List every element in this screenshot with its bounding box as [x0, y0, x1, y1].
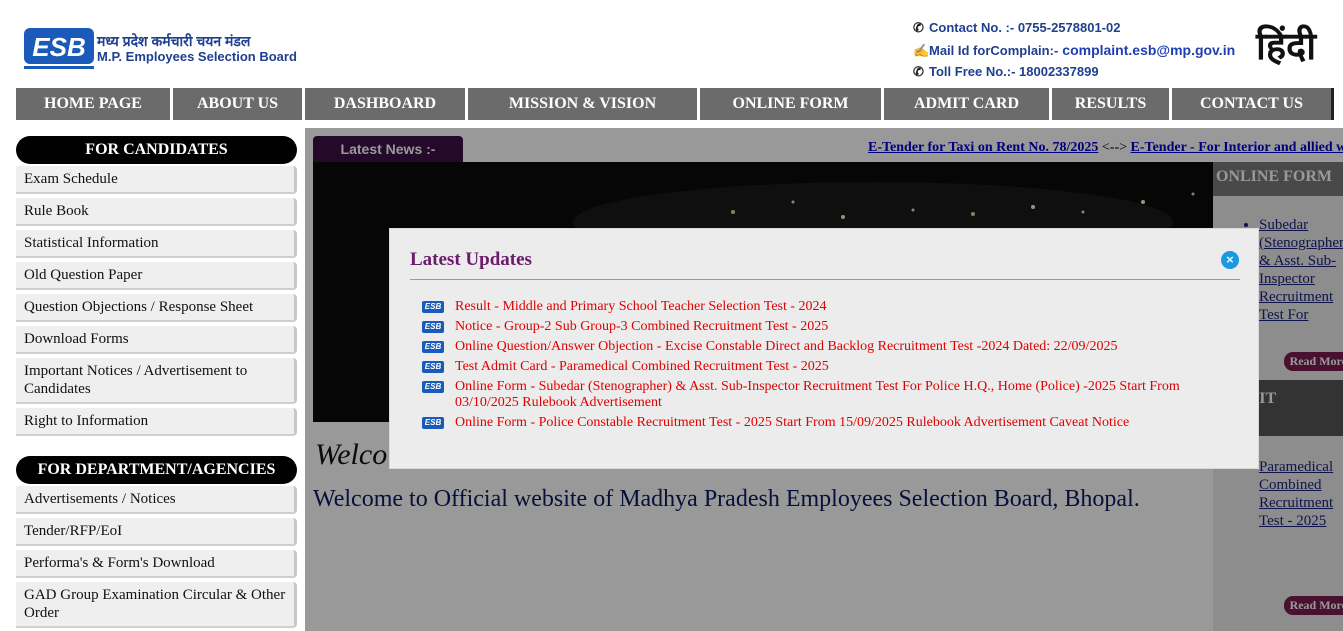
contact-block: ✆ Contact No. :- 0755-2578801-02 ✍Mail Id…: [913, 17, 1235, 83]
esb-bullet-icon: ESB: [422, 321, 444, 333]
nav-contact-us[interactable]: CONTACT US: [1172, 88, 1334, 120]
complaint-email-link[interactable]: complaint.esb@mp.gov.in: [1062, 42, 1235, 58]
site-header: ESB मध्य प्रदेश कर्मचारी चयन मंडल M.P. E…: [0, 0, 1343, 88]
close-icon[interactable]: ×: [1221, 251, 1239, 269]
update-text[interactable]: Test Admit Card - Paramedical Combined R…: [455, 359, 829, 375]
latest-updates-modal: Latest Updates × ESB Result - Middle and …: [389, 228, 1259, 469]
phone-icon: ✆: [913, 20, 924, 35]
contact-number-row: ✆ Contact No. :- 0755-2578801-02: [913, 17, 1235, 39]
sidebar-item-rule-book[interactable]: Rule Book: [16, 198, 297, 226]
update-item[interactable]: ESB Result - Middle and Primary School Te…: [422, 299, 1242, 315]
update-item[interactable]: ESB Notice - Group-2 Sub Group-3 Combined…: [422, 319, 1242, 335]
sidebar-item-advertisements[interactable]: Advertisements / Notices: [16, 486, 297, 514]
esb-bullet-icon: ESB: [422, 417, 444, 429]
modal-divider: [410, 279, 1240, 280]
department-menu: Advertisements / Notices Tender/RFP/EoI …: [16, 486, 297, 631]
nav-about-us[interactable]: ABOUT US: [173, 88, 305, 120]
update-item[interactable]: ESB Online Question/Answer Objection - Ex…: [422, 339, 1242, 355]
update-item[interactable]: ESB Online Form - Subedar (Stenographer) …: [422, 379, 1242, 411]
sidebar-item-tender[interactable]: Tender/RFP/EoI: [16, 518, 297, 546]
mail-row: ✍Mail Id forComplain:- complaint.esb@mp.g…: [913, 39, 1235, 61]
sidebar-item-exam-schedule[interactable]: Exam Schedule: [16, 166, 297, 194]
candidates-menu: Exam Schedule Rule Book Statistical Info…: [16, 166, 297, 440]
modal-title: Latest Updates: [410, 249, 532, 270]
esb-logo-icon[interactable]: ESB: [24, 26, 94, 70]
mail-label: Mail Id forComplain:-: [929, 43, 1059, 58]
nav-home-page[interactable]: HOME PAGE: [16, 88, 173, 120]
update-text[interactable]: Online Form - Subedar (Stenographer) & A…: [455, 379, 1242, 411]
phone-icon: ✆: [913, 64, 924, 79]
writing-hand-icon: ✍: [913, 43, 930, 58]
nav-mission-vision[interactable]: MISSION & VISION: [468, 88, 700, 120]
sidebar-item-right-to-information[interactable]: Right to Information: [16, 408, 297, 436]
candidates-section-title: FOR CANDIDATES: [16, 136, 297, 164]
esb-bullet-icon: ESB: [422, 341, 444, 353]
toll-free-row: ✆ Toll Free No.:- 18002337899: [913, 61, 1235, 83]
hindi-language-button[interactable]: हिंदी: [1256, 22, 1338, 70]
update-text[interactable]: Result - Middle and Primary School Teach…: [455, 299, 827, 315]
sidebar-item-statistical-information[interactable]: Statistical Information: [16, 230, 297, 258]
esb-bullet-icon: ESB: [422, 301, 444, 313]
department-section-title: FOR DEPARTMENT/AGENCIES: [16, 456, 297, 484]
update-text[interactable]: Online Question/Answer Objection - Excis…: [455, 339, 1117, 355]
toll-free-number: Toll Free No.:- 18002337899: [929, 64, 1099, 79]
sidebar-item-old-question-paper[interactable]: Old Question Paper: [16, 262, 297, 290]
esb-bullet-icon: ESB: [422, 361, 444, 373]
sidebar-item-performa-download[interactable]: Performa's & Form's Download: [16, 550, 297, 578]
nav-results[interactable]: RESULTS: [1052, 88, 1172, 120]
update-item[interactable]: ESB Online Form - Police Constable Recrui…: [422, 415, 1242, 431]
org-name-hindi: मध्य प्रदेश कर्मचारी चयन मंडल: [97, 33, 251, 49]
main-nav: HOME PAGE ABOUT US DASHBOARD MISSION & V…: [16, 88, 1334, 120]
org-name: मध्य प्रदेश कर्मचारी चयन मंडल M.P. Emplo…: [97, 33, 297, 64]
esb-bullet-icon: ESB: [422, 381, 444, 393]
sidebar-item-important-notices[interactable]: Important Notices / Advertisement to Can…: [16, 358, 297, 404]
logo-text: ESB: [32, 32, 85, 62]
sidebar-item-download-forms[interactable]: Download Forms: [16, 326, 297, 354]
sidebar-item-gad-circular[interactable]: GAD Group Examination Circular & Other O…: [16, 582, 297, 628]
updates-list: ESB Result - Middle and Primary School Te…: [422, 299, 1242, 435]
nav-dashboard[interactable]: DASHBOARD: [305, 88, 468, 120]
update-text[interactable]: Online Form - Police Constable Recruitme…: [455, 415, 1129, 431]
contact-number: Contact No. :- 0755-2578801-02: [929, 20, 1121, 35]
nav-admit-card[interactable]: ADMIT CARD: [884, 88, 1052, 120]
org-name-english: M.P. Employees Selection Board: [97, 49, 297, 64]
sidebar-item-question-objections[interactable]: Question Objections / Response Sheet: [16, 294, 297, 322]
update-text[interactable]: Notice - Group-2 Sub Group-3 Combined Re…: [455, 319, 828, 335]
update-item[interactable]: ESB Test Admit Card - Paramedical Combine…: [422, 359, 1242, 375]
nav-online-form[interactable]: ONLINE FORM: [700, 88, 884, 120]
